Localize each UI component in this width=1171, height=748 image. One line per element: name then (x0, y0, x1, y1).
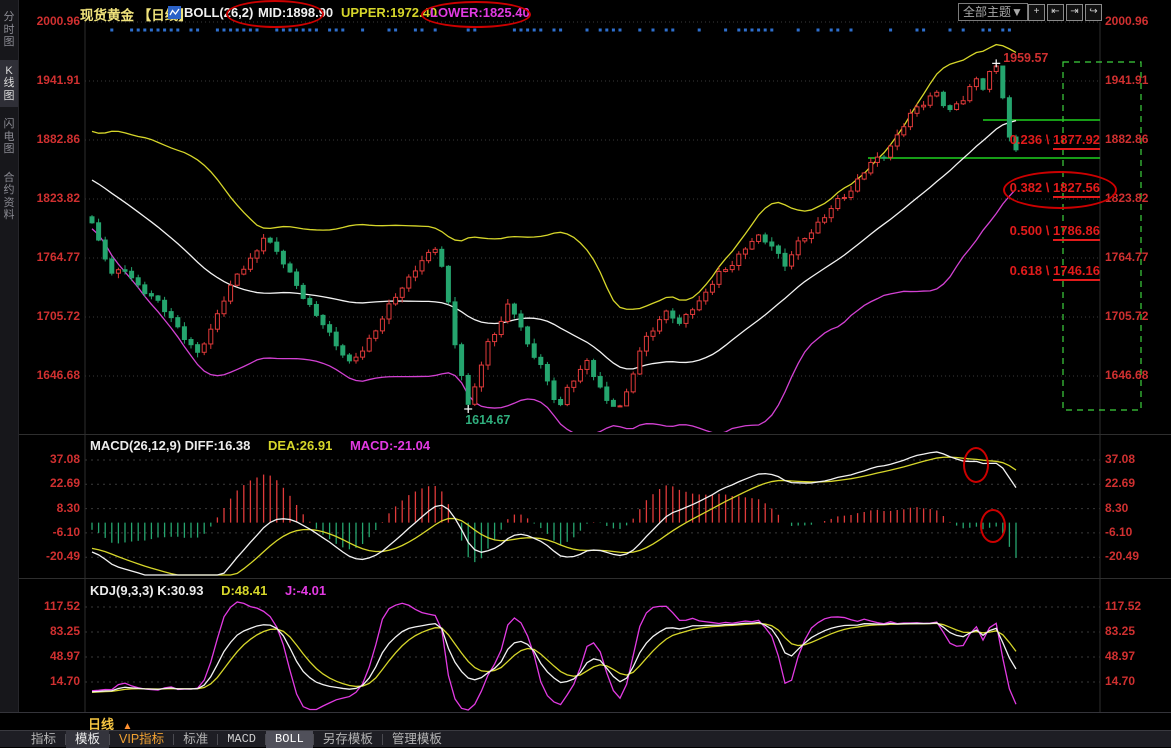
y-tick-label: 8.30 (20, 501, 80, 515)
y-tick-label: 117.52 (20, 599, 80, 613)
macd-value-label: MACD:-21.04 (350, 438, 430, 453)
fib-ratio: 0.500 \ (1010, 223, 1053, 238)
sidebar-item-K线图[interactable]: K线图 (0, 60, 18, 108)
sidebar-item-闪电图[interactable]: 闪电图 (0, 113, 18, 161)
toolbar-tab-指标[interactable]: 指标 (22, 731, 65, 748)
fib-level-label: 0.236 \ 1877.92 (1005, 132, 1100, 147)
y-tick-label: -20.49 (1105, 549, 1165, 563)
y-tick-label: 83.25 (20, 624, 80, 638)
theme-selector-button[interactable]: 全部主题▼ (958, 3, 1028, 21)
boll-upper-value: UPPER:1972.40 (341, 5, 437, 20)
y-tick-label: 1882.86 (1105, 132, 1165, 146)
compress-x-icon[interactable]: ⇤ (1047, 4, 1064, 21)
y-tick-label: 48.97 (1105, 649, 1165, 663)
fib-price: 1877.92 (1053, 132, 1100, 150)
fib-ratio: 0.618 \ (1010, 263, 1053, 278)
sidebar-item-分时图[interactable]: 分时图 (0, 6, 18, 54)
y-tick-label: 22.69 (20, 476, 80, 490)
y-tick-label: 48.97 (20, 649, 80, 663)
y-tick-label: 37.08 (1105, 452, 1165, 466)
expand-x-icon[interactable]: ⇥ (1066, 4, 1083, 21)
kdj-k-label: KDJ(9,3,3) K:30.93 (90, 583, 203, 598)
y-tick-label: 8.30 (1105, 501, 1165, 515)
fib-price: 1827.56 (1053, 180, 1100, 198)
y-tick-label: 14.70 (20, 674, 80, 688)
fib-level-label: 0.618 \ 1746.16 (1005, 263, 1100, 278)
y-tick-label: 83.25 (1105, 624, 1165, 638)
y-tick-label: 1646.68 (20, 368, 80, 382)
y-tick-label: -20.49 (20, 549, 80, 563)
y-tick-label: 14.70 (1105, 674, 1165, 688)
y-tick-label: 1705.72 (1105, 309, 1165, 323)
y-tick-label: 37.08 (20, 452, 80, 466)
y-tick-label: 1764.77 (1105, 250, 1165, 264)
fib-ratio: 0.382 \ (1010, 180, 1053, 195)
kdj-j-label: J:-4.01 (285, 583, 326, 598)
price-chart-canvas[interactable] (0, 0, 1171, 730)
toolbar-tab-模板[interactable]: 模板 (66, 731, 109, 748)
macd-dea-label: DEA:26.91 (268, 438, 332, 453)
toolbar-tab-标准[interactable]: 标准 (174, 731, 217, 748)
fib-price: 1786.86 (1053, 223, 1100, 241)
x-axis-row: 日线 ▲ (0, 712, 1171, 731)
macd-panel-header: MACD(26,12,9) DIFF:16.38 DEA:26.91 MACD:… (90, 438, 430, 453)
toolbar-tab-另存模板[interactable]: 另存模板 (314, 731, 382, 748)
boll-lower-value: LOWER:1825.40 (430, 5, 530, 20)
bottom-toolbar: 指标模板VIP指标标准MACDBOLL另存模板管理模板 (0, 730, 1171, 747)
toolbar-tab-VIP指标[interactable]: VIP指标 (110, 731, 173, 748)
y-tick-label: 1941.91 (20, 73, 80, 87)
kline-chart-icon (168, 6, 181, 22)
y-tick-label: 1941.91 (1105, 73, 1165, 87)
app-window: 分时图 K线图闪电图合约资料 现货黄金 【日线】 BOLL(26,2) MID:1… (0, 0, 1171, 747)
pan-icon[interactable]: + (1028, 4, 1045, 21)
y-tick-label: 1823.82 (20, 191, 80, 205)
kdj-d-label: D:48.41 (221, 583, 267, 598)
exit-icon[interactable]: ↪ (1085, 4, 1102, 21)
y-tick-label: 1705.72 (20, 309, 80, 323)
sidebar-item-合约资料[interactable]: 合约资料 (0, 167, 18, 227)
y-tick-label: 1764.77 (20, 250, 80, 264)
y-tick-label: -6.10 (1105, 525, 1165, 539)
y-tick-label: 1646.68 (1105, 368, 1165, 382)
toolbar-tab-BOLL[interactable]: BOLL (266, 731, 313, 748)
y-tick-label: 22.69 (1105, 476, 1165, 490)
macd-diff-label: MACD(26,12,9) DIFF:16.38 (90, 438, 250, 453)
toolbar-tab-管理模板[interactable]: 管理模板 (383, 731, 451, 748)
chart-header: 现货黄金 【日线】 BOLL(26,2) MID:1898.90 UPPER:1… (0, 0, 1171, 26)
y-tick-label: 117.52 (1105, 599, 1165, 613)
toolbar-tab-MACD[interactable]: MACD (218, 731, 265, 748)
kdj-panel-header: KDJ(9,3,3) K:30.93 D:48.41 J:-4.01 (90, 583, 326, 598)
y-tick-label: 1823.82 (1105, 191, 1165, 205)
left-sidebar: 分时图 K线图闪电图合约资料 (0, 0, 19, 712)
boll-label: BOLL(26,2) (184, 5, 253, 20)
fib-level-label: 0.500 \ 1786.86 (1005, 223, 1100, 238)
peak-price-label: 1959.57 (1003, 51, 1048, 65)
y-tick-label: 1882.86 (20, 132, 80, 146)
fib-level-label: 0.382 \ 1827.56 (1005, 180, 1100, 195)
y-tick-label: -6.10 (20, 525, 80, 539)
fib-ratio: 0.236 \ (1010, 132, 1053, 147)
boll-mid-value: MID:1898.90 (258, 5, 333, 20)
low-price-label: 1614.67 (465, 413, 510, 427)
fib-price: 1746.16 (1053, 263, 1100, 281)
